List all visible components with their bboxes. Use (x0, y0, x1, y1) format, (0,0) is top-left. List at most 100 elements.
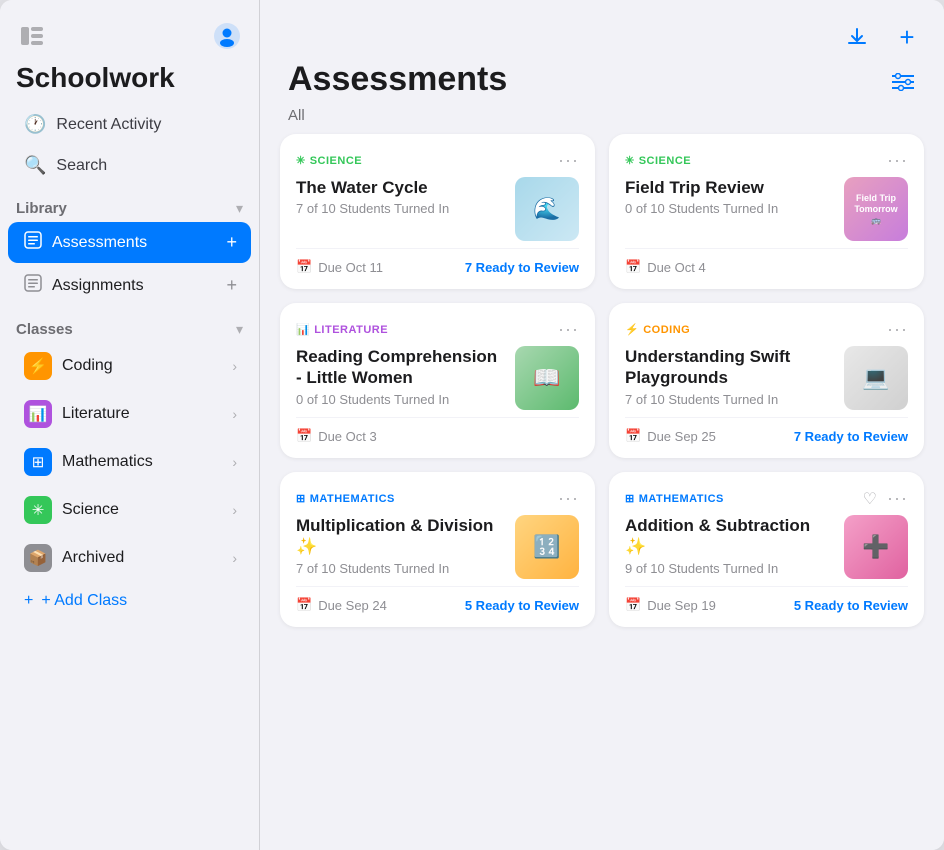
library-section-title: Library (16, 200, 67, 217)
archived-label: Archived (62, 549, 222, 567)
calendar-icon: 📅 (296, 597, 312, 613)
sidebar-item-search[interactable]: 🔍 Search (8, 146, 251, 185)
classes-section-header[interactable]: Classes ▾ (0, 311, 259, 342)
card-body: The Water Cycle 7 of 10 Students Turned … (296, 177, 579, 241)
card-addition-subtraction: ⊞ MATHEMATICS ♡ ··· Addition & Subtracti… (609, 472, 924, 627)
assessments-icon (24, 231, 42, 254)
sidebar-item-recent-activity[interactable]: 🕐 Recent Activity (8, 105, 251, 144)
science-label: Science (62, 501, 222, 519)
mathematics-subject-icon: ⊞ (296, 492, 306, 505)
card-thumbnail: 💻 (844, 346, 908, 410)
card-field-trip: ✳ SCIENCE ··· Field Trip Review 0 of 10 … (609, 134, 924, 289)
sidebar-item-science[interactable]: ✳ Science › (8, 487, 251, 533)
card-body: Addition & Subtraction ✨ 9 of 10 Student… (625, 515, 908, 579)
card-reading-comprehension: 📊 LITERATURE ··· Reading Comprehension -… (280, 303, 595, 458)
card-text: Reading Comprehension - Little Women 0 o… (296, 346, 503, 407)
sidebar-item-assignments[interactable]: Assignments + (8, 265, 251, 306)
card-due: 📅 Due Sep 19 (625, 597, 716, 613)
card-body: Understanding Swift Playgrounds 7 of 10 … (625, 346, 908, 410)
assignments-label: Assignments (52, 277, 216, 295)
card-more-button[interactable]: ··· (558, 150, 579, 171)
card-review[interactable]: 7 Ready to Review (465, 260, 579, 275)
sidebar-item-coding[interactable]: ⚡ Coding › (8, 343, 251, 389)
card-more-button[interactable]: ··· (887, 150, 908, 171)
card-title: Field Trip Review (625, 177, 832, 198)
card-more-button[interactable]: ··· (558, 488, 579, 509)
sidebar-nav-label: Recent Activity (56, 116, 161, 134)
sidebar-item-mathematics[interactable]: ⊞ Mathematics › (8, 439, 251, 485)
cards-grid: ✳ SCIENCE ··· The Water Cycle 7 of 10 St… (260, 134, 944, 651)
assignments-add-icon[interactable]: + (226, 275, 237, 296)
science-class-icon: ✳ (24, 496, 52, 524)
card-header: 📊 LITERATURE ··· (296, 319, 579, 340)
calendar-icon: 📅 (625, 597, 641, 613)
card-subject: ✳ SCIENCE (296, 154, 362, 167)
sidebar-search-label: Search (56, 157, 107, 175)
card-footer: 📅 Due Oct 4 (625, 248, 908, 275)
card-multiplication-division: ⊞ MATHEMATICS ··· Multiplication & Divis… (280, 472, 595, 627)
main-title: Assessments (288, 60, 507, 99)
coding-class-icon: ⚡ (24, 352, 52, 380)
thumb-swift-icon: 💻 (844, 346, 908, 410)
heart-icon[interactable]: ♡ (863, 489, 877, 509)
card-subject: 📊 LITERATURE (296, 323, 388, 336)
thumb-math1-icon: 🔢 (515, 515, 579, 579)
card-subtitle: 0 of 10 Students Turned In (625, 201, 832, 216)
filter-all-label: All (288, 107, 305, 124)
card-title: Multiplication & Division ✨ (296, 515, 503, 558)
mathematics-label: Mathematics (62, 453, 222, 471)
sidebar-item-assessments[interactable]: Assessments + (8, 222, 251, 263)
add-class-icon: + (24, 592, 33, 610)
card-review[interactable]: 5 Ready to Review (794, 598, 908, 613)
card-review[interactable]: 7 Ready to Review (794, 429, 908, 444)
card-footer: 📅 Due Sep 19 5 Ready to Review (625, 586, 908, 613)
sidebar-title: Schoolwork (0, 56, 259, 104)
add-button[interactable]: + (890, 20, 924, 54)
search-icon: 🔍 (24, 155, 46, 176)
literature-chevron-icon: › (232, 406, 237, 422)
card-subject: ⊞ MATHEMATICS (625, 492, 724, 505)
sidebar-item-archived[interactable]: 📦 Archived › (8, 535, 251, 581)
add-class-label: + Add Class (41, 592, 127, 610)
main-header: + (260, 0, 944, 56)
card-thumbnail: ➕ (844, 515, 908, 579)
card-header: ⊞ MATHEMATICS ♡ ··· (625, 488, 908, 509)
card-due: 📅 Due Oct 3 (296, 428, 377, 444)
sidebar-toggle-icon[interactable] (16, 20, 48, 52)
card-subtitle: 7 of 10 Students Turned In (296, 201, 503, 216)
thumb-math2-icon: ➕ (844, 515, 908, 579)
card-review[interactable]: 5 Ready to Review (465, 598, 579, 613)
download-button[interactable] (840, 20, 874, 54)
assessments-add-icon[interactable]: + (226, 232, 237, 253)
card-thumbnail: 📖 (515, 346, 579, 410)
card-more-button[interactable]: ··· (887, 319, 908, 340)
coding-label: Coding (62, 357, 222, 375)
card-body: Reading Comprehension - Little Women 0 o… (296, 346, 579, 410)
assignments-icon (24, 274, 42, 297)
card-title: The Water Cycle (296, 177, 503, 198)
card-more-button[interactable]: ··· (887, 488, 908, 509)
filter-button[interactable] (886, 65, 920, 99)
card-title: Addition & Subtraction ✨ (625, 515, 832, 558)
card-thumbnail: 🌊 (515, 177, 579, 241)
coding-subject-icon: ⚡ (625, 323, 639, 336)
mathematics-chevron-icon: › (232, 454, 237, 470)
card-footer: 📅 Due Oct 3 (296, 417, 579, 444)
card-more-button[interactable]: ··· (558, 319, 579, 340)
library-section-header[interactable]: Library ▾ (0, 190, 259, 221)
card-subtitle: 7 of 10 Students Turned In (296, 561, 503, 576)
sidebar-item-literature[interactable]: 📊 Literature › (8, 391, 251, 437)
thumb-reading-icon: 📖 (515, 346, 579, 410)
card-title: Understanding Swift Playgrounds (625, 346, 832, 389)
app-window: Schoolwork 🕐 Recent Activity 🔍 Search Li… (0, 0, 944, 850)
card-swift-playgrounds: ⚡ CODING ··· Understanding Swift Playgro… (609, 303, 924, 458)
science-chevron-icon: › (232, 502, 237, 518)
card-due: 📅 Due Oct 11 (296, 259, 383, 275)
filter-label: All (260, 99, 944, 134)
classes-chevron-icon: ▾ (236, 321, 243, 338)
profile-icon[interactable] (211, 20, 243, 52)
calendar-icon: 📅 (625, 259, 641, 275)
add-class-button[interactable]: + + Add Class (8, 583, 251, 619)
card-due: 📅 Due Sep 24 (296, 597, 387, 613)
card-header: ✳ SCIENCE ··· (625, 150, 908, 171)
